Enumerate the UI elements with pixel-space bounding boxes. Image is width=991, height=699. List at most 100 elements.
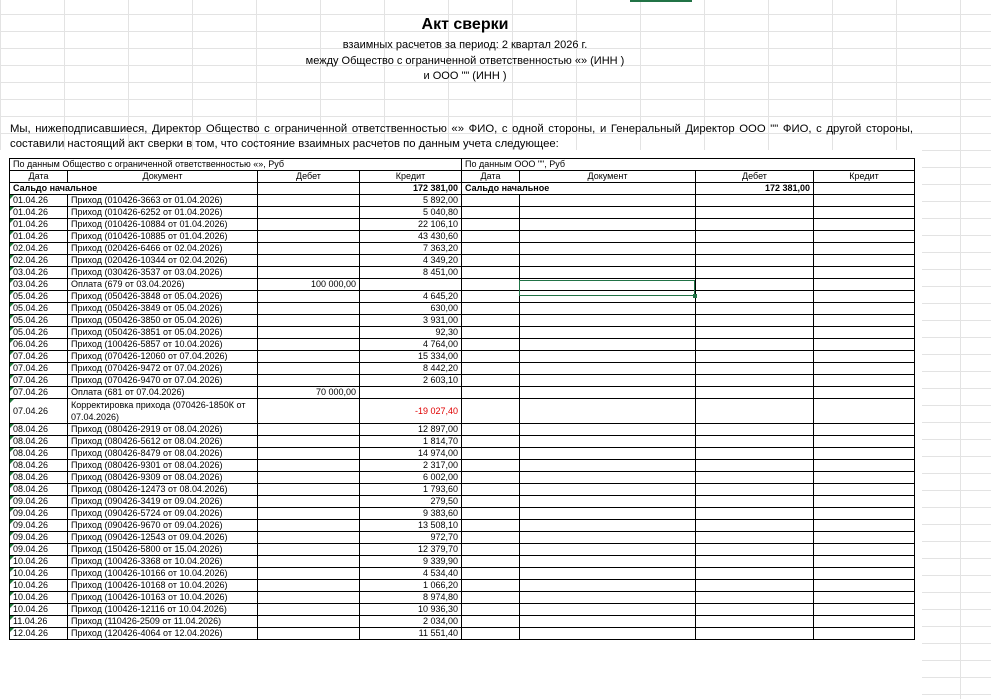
cell-document-right[interactable] [519, 386, 696, 399]
cell-credit-right[interactable] [813, 386, 915, 399]
cell-debit-right[interactable] [695, 507, 814, 520]
cell-document-right[interactable] [519, 423, 696, 436]
cell-debit-right[interactable] [695, 254, 814, 267]
cell-debit[interactable] [257, 555, 360, 568]
cell-debit[interactable] [257, 447, 360, 460]
cell-credit-right[interactable] [813, 194, 915, 207]
cell-document[interactable]: Приход (050426-3851 от 05.04.2026) [67, 326, 258, 339]
cell-credit[interactable]: 630,00 [359, 302, 462, 315]
cell-debit[interactable] [257, 266, 360, 279]
cell-date-right[interactable] [461, 386, 520, 399]
cell-date[interactable]: 09.04.26 [9, 507, 68, 520]
cell-credit[interactable]: 8 451,00 [359, 266, 462, 279]
cell-document-right[interactable] [519, 218, 696, 231]
cell-debit-right[interactable] [695, 338, 814, 351]
cell-debit[interactable] [257, 615, 360, 628]
cell-document-right[interactable] [519, 555, 696, 568]
cell-credit[interactable]: 10 936,30 [359, 603, 462, 616]
cell-debit[interactable] [257, 374, 360, 387]
cell-document[interactable]: Приход (030426-3537 от 03.04.2026) [67, 266, 258, 279]
opening-credit-right[interactable] [813, 182, 915, 195]
cell-document[interactable]: Приход (070426-12060 от 07.04.2026) [67, 350, 258, 363]
cell-debit-right[interactable] [695, 314, 814, 327]
cell-credit[interactable]: 22 106,10 [359, 218, 462, 231]
cell-date-right[interactable] [461, 483, 520, 496]
cell-date[interactable]: 08.04.26 [9, 471, 68, 484]
cell-date-right[interactable] [461, 278, 520, 291]
cell-document-right[interactable] [519, 326, 696, 339]
cell-document[interactable]: Приход (070426-9472 от 07.04.2026) [67, 362, 258, 375]
cell-credit-right[interactable] [813, 543, 915, 556]
cell-document-right[interactable] [519, 362, 696, 375]
cell-credit[interactable]: 1 066,20 [359, 579, 462, 592]
cell-debit[interactable] [257, 230, 360, 243]
cell-date[interactable]: 05.04.26 [9, 302, 68, 315]
cell-date[interactable]: 02.04.26 [9, 242, 68, 255]
opening-debit-left[interactable] [257, 182, 360, 195]
cell-credit[interactable]: 12 897,00 [359, 423, 462, 436]
cell-date[interactable]: 07.04.26 [9, 386, 68, 399]
cell-credit-right[interactable] [813, 398, 915, 424]
cell-debit-right[interactable] [695, 194, 814, 207]
cell-debit-right[interactable] [695, 350, 814, 363]
cell-date[interactable]: 10.04.26 [9, 567, 68, 580]
cell-debit-right[interactable] [695, 567, 814, 580]
cell-date-right[interactable] [461, 435, 520, 448]
cell-debit-right[interactable] [695, 591, 814, 604]
cell-date[interactable]: 07.04.26 [9, 374, 68, 387]
opening-label-left[interactable]: Сальдо начальное [9, 182, 258, 195]
cell-document-right[interactable] [519, 266, 696, 279]
cell-debit[interactable] [257, 218, 360, 231]
cell-debit-right[interactable] [695, 386, 814, 399]
cell-credit-right[interactable] [813, 567, 915, 580]
col-credit-right[interactable]: Кредит [813, 170, 915, 183]
cell-debit-right[interactable] [695, 531, 814, 544]
cell-document[interactable]: Приход (110426-2509 от 11.04.2026) [67, 615, 258, 628]
cell-credit[interactable]: 1 814,70 [359, 435, 462, 448]
cell-document-right[interactable] [519, 579, 696, 592]
cell-date[interactable]: 05.04.26 [9, 290, 68, 303]
cell-date-right[interactable] [461, 242, 520, 255]
cell-document-right[interactable] [519, 350, 696, 363]
cell-debit-right[interactable] [695, 290, 814, 303]
cell-date[interactable]: 10.04.26 [9, 591, 68, 604]
cell-credit-right[interactable] [813, 423, 915, 436]
cell-debit[interactable] [257, 423, 360, 436]
cell-document-right[interactable] [519, 254, 696, 267]
cell-debit-right[interactable] [695, 447, 814, 460]
cell-debit-right[interactable] [695, 278, 814, 291]
cell-document-right[interactable] [519, 459, 696, 472]
cell-document[interactable]: Приход (080426-9309 от 08.04.2026) [67, 471, 258, 484]
cell-document[interactable]: Приход (100426-10166 от 10.04.2026) [67, 567, 258, 580]
col-document-right[interactable]: Документ [519, 170, 696, 183]
cell-date[interactable]: 09.04.26 [9, 543, 68, 556]
cell-document-right[interactable] [519, 591, 696, 604]
cell-document[interactable]: Приход (120426-4064 от 12.04.2026) [67, 627, 258, 640]
cell-credit[interactable]: 279,50 [359, 495, 462, 508]
cell-document-right[interactable] [519, 519, 696, 532]
cell-document-right[interactable] [519, 603, 696, 616]
cell-debit-right[interactable] [695, 543, 814, 556]
cell-debit-right[interactable] [695, 603, 814, 616]
cell-document[interactable]: Оплата (681 от 07.04.2026) [67, 386, 258, 399]
cell-credit-right[interactable] [813, 350, 915, 363]
cell-credit[interactable]: 5 892,00 [359, 194, 462, 207]
cell-credit[interactable]: -19 027,40 [359, 398, 462, 424]
cell-document-right[interactable] [519, 627, 696, 640]
cell-debit-right[interactable] [695, 374, 814, 387]
cell-credit[interactable] [359, 386, 462, 399]
cell-credit-right[interactable] [813, 507, 915, 520]
cell-date-right[interactable] [461, 374, 520, 387]
cell-credit[interactable]: 12 379,70 [359, 543, 462, 556]
cell-credit-right[interactable] [813, 218, 915, 231]
cell-debit-right[interactable] [695, 435, 814, 448]
cell-date[interactable]: 08.04.26 [9, 483, 68, 496]
cell-date[interactable]: 10.04.26 [9, 555, 68, 568]
cell-credit-right[interactable] [813, 603, 915, 616]
cell-date-right[interactable] [461, 447, 520, 460]
cell-credit-right[interactable] [813, 362, 915, 375]
cell-credit[interactable]: 4 645,20 [359, 290, 462, 303]
cell-credit-right[interactable] [813, 302, 915, 315]
cell-date[interactable]: 12.04.26 [9, 627, 68, 640]
cell-document-right[interactable] [519, 242, 696, 255]
